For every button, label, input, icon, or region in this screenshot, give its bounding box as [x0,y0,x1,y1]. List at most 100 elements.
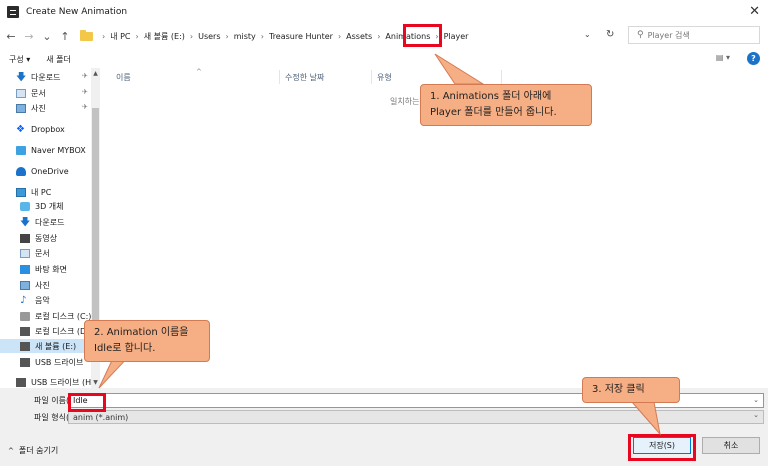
search-icon: ⚲ [637,30,644,40]
column-divider[interactable] [371,70,372,84]
breadcrumb-separator: › [225,31,229,41]
local-disk-icon [20,326,30,336]
pin-icon: ✈ [82,103,88,111]
breadcrumb-misty[interactable]: misty [234,32,256,41]
sidebar-item-label: 로컬 디스크 (C:) [35,311,92,321]
callout-2-line-2: Idle로 합니다. [94,343,156,354]
breadcrumb-users[interactable]: Users [198,32,220,41]
column-divider[interactable] [501,70,502,84]
sidebar-item-label: 다운로드 [31,72,61,82]
search-input[interactable] [647,30,748,40]
sidebar-item-pictures-quick[interactable]: 사진 [16,101,46,115]
breadcrumb-separator: › [260,31,264,41]
filetype-value: anim (*.anim) [73,412,129,422]
callout-1-pointer [434,53,485,85]
breadcrumb-treasure-hunter[interactable]: Treasure Hunter [269,32,333,41]
sidebar-item-label: USB 드라이브 (H:) [31,377,97,387]
folder-icon [80,29,93,41]
sidebar-item-local-disk-c[interactable]: 로컬 디스크 (C:) [20,309,91,323]
sidebar-item-music[interactable]: ♪ 음악 [20,293,50,307]
sidebar-item-naver-mybox[interactable]: Naver MYBOX [16,143,86,157]
callout-3: 3. 저장 클릭 [582,377,680,403]
download-icon: 🡇 [20,216,31,228]
command-toolbar: 구성 ▾ 새 폴더 ▤ ▾ ? [0,50,768,68]
scroll-up-icon[interactable]: ▲ [91,70,100,77]
chevron-up-icon: ^ [8,446,14,455]
dropbox-icon: ❖ [16,123,25,135]
close-icon[interactable]: ✕ [749,4,760,19]
usb-drive-icon [16,377,26,387]
back-arrow-icon[interactable]: ← [4,30,18,43]
breadcrumb-separator: › [102,31,106,41]
filename-highlight [68,393,106,412]
column-header-type[interactable]: 유형 [377,72,392,83]
sidebar-item-downloads-quick[interactable]: 🡇 다운로드 [16,70,60,84]
usb-drive-icon [20,357,30,367]
sidebar-item-videos[interactable]: 동영상 [20,231,57,245]
sidebar-item-desktop[interactable]: 바탕 화면 [20,262,67,276]
search-box[interactable]: ⚲ [628,26,760,44]
up-arrow-icon[interactable]: ↑ [58,30,72,43]
address-bar[interactable]: › 내 PC › 새 볼륨 (E:) › Users › misty › Tre… [80,26,598,46]
sidebar-item-pictures[interactable]: 사진 [20,278,50,292]
sidebar-item-onedrive[interactable]: OneDrive [16,164,69,178]
app-icon [7,6,19,18]
pin-icon: ✈ [82,72,88,80]
picture-icon [16,103,26,113]
desktop-icon [20,264,30,274]
hide-folders-button[interactable]: ^ 폴더 숨기기 [8,445,58,456]
column-divider[interactable] [279,70,280,84]
column-header-modified[interactable]: 수정한 날짜 [285,72,324,83]
breadcrumb-separator: › [337,31,342,41]
sidebar-item-downloads[interactable]: 🡇 다운로드 [20,215,64,229]
sidebar-item-label: 다운로드 [35,217,65,227]
sort-ascending-icon: ^ [196,68,202,76]
callout-2: 2. Animation 이름을 Idle로 합니다. [84,320,210,362]
callout-1-line-1: 1. Animations 폴더 아래에 [430,91,552,102]
chevron-down-icon[interactable]: ⌄ [753,411,759,419]
help-icon[interactable]: ? [747,52,760,65]
sidebar-item-label: USB 드라이브 [35,357,84,367]
sidebar-item-label: 내 PC [31,187,52,197]
callout-3-text: 3. 저장 클릭 [592,384,645,395]
breadcrumb-pc[interactable]: 내 PC [110,31,130,42]
address-dropdown-chevron-icon[interactable]: ⌄ [584,30,591,39]
scrollbar-thumb[interactable] [92,108,99,338]
pin-icon: ✈ [82,88,88,96]
sidebar-item-dropbox[interactable]: ❖ Dropbox [16,122,65,136]
callout-3-pointer [630,401,661,436]
document-icon [20,248,30,258]
chevron-down-icon[interactable]: ⌄ [753,396,759,404]
sidebar-item-3d-objects[interactable]: 3D 개체 [20,199,64,213]
sidebar-item-label: 문서 [35,248,50,258]
local-disk-icon [20,311,30,321]
refresh-icon[interactable]: ↻ [606,29,614,40]
breadcrumb-assets[interactable]: Assets [346,32,372,41]
sidebar-item-volume-e[interactable]: 새 볼륨 (E:) [0,339,90,353]
breadcrumb-volume-e[interactable]: 새 볼륨 (E:) [144,31,185,42]
view-options-icon[interactable]: ▤ ▾ [716,53,730,62]
sidebar-item-label: Naver MYBOX [31,145,86,155]
title-bar: Create New Animation ✕ [0,0,768,24]
onedrive-icon [16,166,26,176]
forward-arrow-icon[interactable]: → [22,30,36,43]
organize-button[interactable]: 구성 ▾ [9,54,30,65]
sidebar-item-this-pc[interactable]: 내 PC [16,185,51,199]
sidebar-item-label: 사진 [35,280,50,290]
sidebar-item-label: Dropbox [31,124,65,134]
new-folder-button[interactable]: 새 폴더 [46,54,71,65]
sidebar-item-label: 3D 개체 [35,201,64,211]
callout-1-line-2: Player 폴더를 만들어 줍니다. [430,107,557,118]
volume-icon [20,341,30,351]
sidebar-item-local-disk-d[interactable]: 로컬 디스크 (D:) [20,324,92,338]
cancel-button[interactable]: 취소 [702,437,760,454]
sidebar-item-usb-drive-h[interactable]: USB 드라이브 (H:) [16,375,97,388]
sidebar-item-usb-drive[interactable]: USB 드라이브 [20,355,83,369]
recent-locations-chevron-icon[interactable]: ⌄ [40,30,54,43]
breadcrumb-player[interactable]: Player [444,32,469,41]
column-header-name[interactable]: 이름 [116,72,131,83]
sidebar-item-label: 동영상 [35,233,58,243]
sidebar-item-documents-quick[interactable]: 문서 [16,86,46,100]
hide-folders-label: 폴더 숨기기 [18,446,59,455]
sidebar-item-documents[interactable]: 문서 [20,246,50,260]
